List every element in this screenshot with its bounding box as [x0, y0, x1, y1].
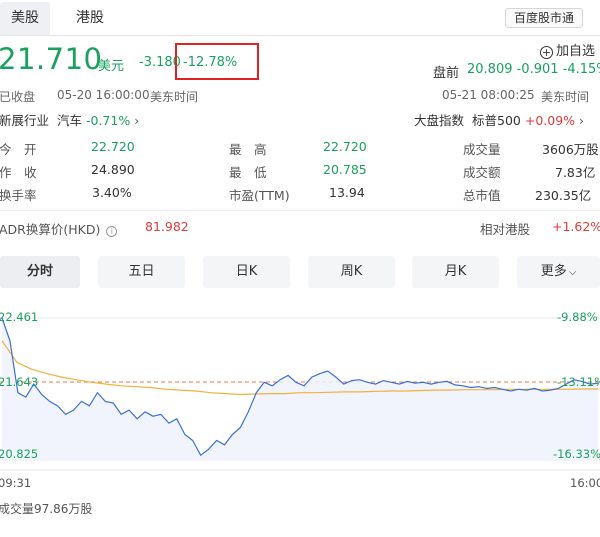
- chart-svg: [0, 317, 600, 471]
- index-name: 标普500: [472, 113, 521, 128]
- add-watchlist-button[interactable]: + 加自选: [540, 40, 595, 59]
- chevron-right-icon: ›: [134, 113, 140, 128]
- industry-change: -0.71%: [86, 113, 131, 128]
- pct-label-bottom: -16.33%: [553, 447, 600, 461]
- premarket-timezone: 美东时间: [541, 90, 590, 104]
- tab-intraday[interactable]: 分时: [0, 256, 80, 288]
- add-watchlist-label: 加自选: [556, 44, 596, 59]
- plus-icon: +: [540, 46, 553, 59]
- stat-label: 最 低: [229, 165, 267, 180]
- tab-hk-stock[interactable]: 港股: [68, 2, 112, 35]
- stat-label: 作 收: [0, 165, 37, 180]
- stat-label: 市盈(TTM): [229, 188, 290, 203]
- adr-label: ADR换算价(HKD): [0, 222, 101, 237]
- index-change: +0.09%: [524, 113, 576, 128]
- baidu-market-button[interactable]: 百度股市通: [505, 8, 583, 28]
- intraday-chart[interactable]: 22.461 21.643 20.825 -9.88% -13.11% -16.…: [0, 298, 600, 520]
- tab-monthly-k[interactable]: 月K: [412, 256, 499, 288]
- x-label-start: 09:31: [0, 476, 32, 490]
- index-label: 大盘指数: [414, 113, 465, 128]
- chevron-down-icon: ⌵: [568, 267, 577, 278]
- industry-link[interactable]: 新展行业 汽车 -0.71% ›: [0, 110, 139, 129]
- stat-label: 成交额: [463, 165, 501, 180]
- stat-label: 最 高: [229, 142, 267, 157]
- pct-label-top: -9.88%: [557, 310, 598, 324]
- market-status: 已收盘: [0, 90, 36, 104]
- y-label-bottom: 20.825: [0, 447, 39, 461]
- x-label-end: 16:00: [570, 476, 600, 490]
- chevron-right-icon: ›: [579, 113, 585, 128]
- stat-value: 22.720: [91, 139, 135, 154]
- industry-name: 汽车: [57, 113, 83, 128]
- price-change-percent: -12.78%: [183, 55, 238, 70]
- market-tabs: 美股 港股 百度股市通: [0, 0, 600, 36]
- stat-label: 换手率: [0, 188, 37, 203]
- stat-value: 230.35亿: [535, 188, 592, 203]
- close-time: 05-20 16:00:00: [57, 88, 150, 102]
- stat-label: 成交量: [463, 142, 501, 157]
- stat-label: 总市值: [463, 188, 501, 203]
- hk-relative-label: 相对港股: [480, 222, 531, 237]
- index-link[interactable]: 大盘指数 标普500 +0.09% ›: [414, 110, 584, 129]
- premarket-values: 20.809 -0.901 -4.15%: [467, 62, 600, 77]
- volume-label: 成交量97.86万股: [0, 502, 93, 516]
- stat-value: 13.94: [329, 185, 365, 200]
- y-label-top: 22.461: [0, 310, 39, 324]
- industry-label: 新展行业: [0, 113, 50, 128]
- stat-value: 22.720: [323, 139, 367, 154]
- stat-value: 20.785: [323, 162, 367, 177]
- current-price: 21.710: [0, 42, 103, 76]
- adr-value: 81.982: [145, 219, 189, 234]
- premarket-label: 盘前: [433, 66, 460, 81]
- tab-five-day[interactable]: 五日: [98, 256, 185, 288]
- tab-weekly-k[interactable]: 周K: [308, 256, 395, 288]
- premarket-time: 05-21 08:00:25: [442, 88, 535, 102]
- stat-value: 3606万股: [542, 142, 599, 157]
- close-timezone: 美东时间: [150, 90, 199, 104]
- stat-value: 24.890: [91, 162, 135, 177]
- currency-unit: 美元: [98, 59, 125, 74]
- stat-label: 今 开: [0, 142, 37, 157]
- info-icon[interactable]: i: [106, 226, 118, 237]
- more-label: 更多: [540, 264, 567, 279]
- adr-label-wrap: ADR换算价(HKD) i: [0, 219, 118, 238]
- tab-daily-k[interactable]: 日K: [203, 256, 290, 288]
- divider: [0, 210, 600, 211]
- stat-value: 7.83亿: [555, 165, 596, 180]
- stat-value: 3.40%: [92, 185, 132, 200]
- tab-us-stock[interactable]: 美股: [0, 2, 50, 35]
- y-label-mid: 21.643: [0, 375, 39, 389]
- pct-label-mid: -13.11%: [557, 375, 600, 389]
- hk-relative-value: +1.62%: [552, 219, 600, 234]
- tab-more[interactable]: 更多 ⌵: [517, 256, 600, 288]
